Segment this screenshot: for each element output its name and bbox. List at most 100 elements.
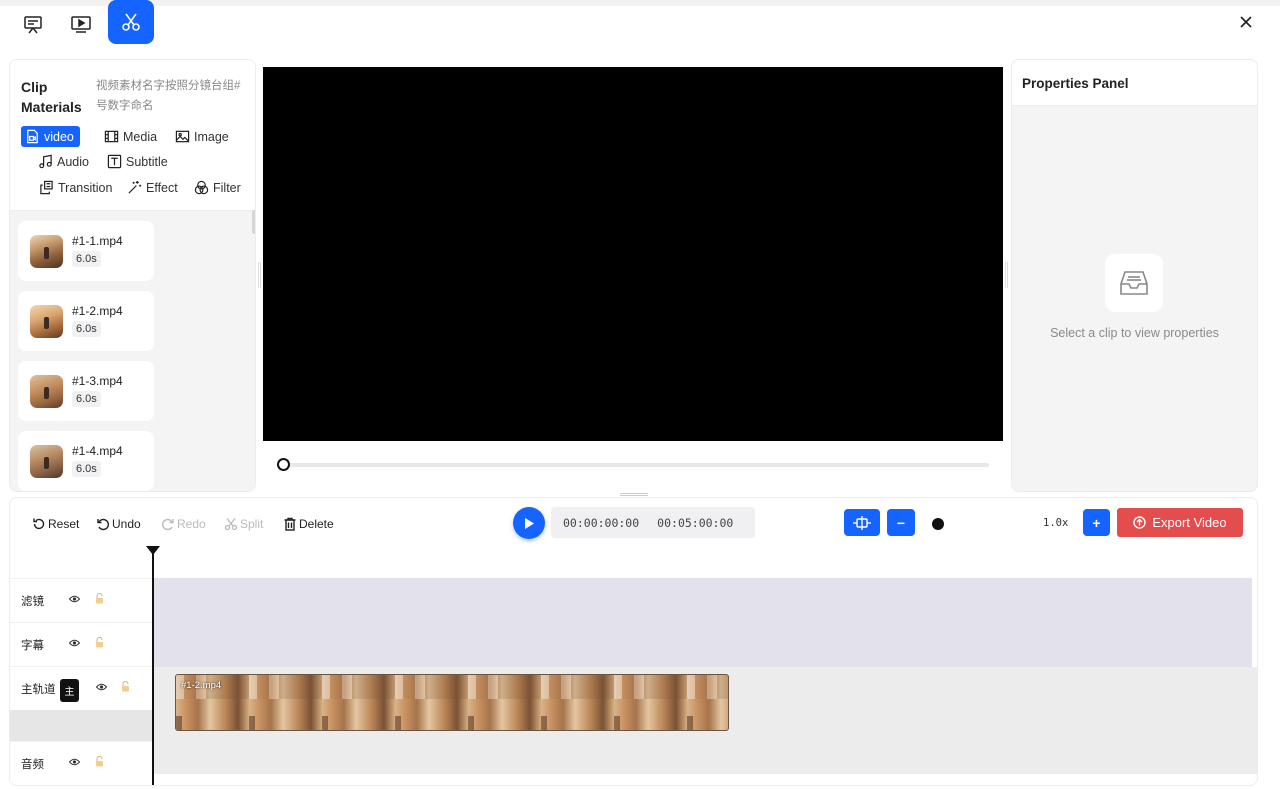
delete-label: Delete [299,517,334,531]
properties-panel: Properties Panel Select a clip to view p… [1011,59,1258,492]
split-button[interactable]: Split [224,515,263,533]
clip-thumbnail [30,445,63,478]
total-time: 00:05:00:00 [657,515,734,530]
tab-transition[interactable]: Transition [35,177,118,198]
tab-effect[interactable]: Effect [123,177,184,198]
tab-filter-label: Filter [213,180,241,195]
track-labels: 滤镜 字幕 主轨道 主 音频 [10,546,152,785]
left-resize-handle[interactable] [258,262,261,288]
empty-state-icon-box [1105,254,1163,312]
clip-duration: 6.0s [72,461,101,477]
trash-icon [284,517,296,531]
edit-mode-button[interactable] [108,0,154,44]
snap-toggle-button[interactable] [844,509,880,536]
tab-transition-label: Transition [58,180,113,195]
clip-materials-title: Clip Materials [21,79,82,115]
reset-icon [33,518,45,530]
magnet-snap-icon [853,515,871,530]
tab-audio[interactable]: Audio [34,151,95,172]
lock-icon[interactable] [94,637,105,648]
audio-lane[interactable] [152,741,1257,774]
top-toolbar [0,0,1280,46]
track-name: 字幕 [21,639,44,652]
tab-effect-label: Effect [146,180,178,195]
export-video-button[interactable]: Export Video [1117,508,1243,537]
playhead[interactable] [152,546,154,785]
tab-image-label: Image [194,129,229,144]
eye-icon[interactable] [69,595,80,603]
clip-duration: 6.0s [72,391,101,407]
track-label-filter: 滤镜 [10,578,152,622]
clip-list: #1-1.mp4 6.0s #1-2.mp4 6.0s #1-3.mp4 6.0… [10,212,255,491]
clip-materials-panel: Clip Materials 视频素材名字按照分镜台组#号数字命名 video … [9,59,256,492]
film-icon [104,130,119,143]
redo-label: Redo [177,517,206,531]
lock-icon[interactable] [94,756,105,767]
playhead-handle[interactable] [146,546,160,555]
zoom-level: 1.0x [1043,517,1069,529]
scissors-icon [224,518,238,531]
tab-media[interactable]: Media [100,126,163,147]
tab-filter[interactable]: Filter [190,177,247,198]
clip-card[interactable]: #1-1.mp4 6.0s [18,221,154,281]
clip-name: #1-3.mp4 [72,374,123,388]
zoom-out-button[interactable]: − [887,509,915,536]
eye-icon[interactable] [96,683,107,691]
text-box-icon [107,154,122,169]
close-button[interactable] [1234,10,1258,34]
image-icon [175,130,190,143]
timeline-clip[interactable]: #1-2.mp4 [175,674,729,731]
reset-label: Reset [48,517,80,531]
magic-wand-icon [128,180,142,194]
inbox-icon [1120,271,1148,295]
filter-subtitle-lane[interactable] [152,578,1252,667]
clip-materials-description: 视频素材名字按照分镜台组#号数字命名 [96,80,241,112]
clip-card[interactable]: #1-3.mp4 6.0s [18,361,154,421]
undo-icon [97,518,109,531]
track-area: 滤镜 字幕 主轨道 主 音频 #1-2.mp4 [10,546,1257,785]
music-note-icon [39,154,52,169]
tab-subtitle-label: Subtitle [126,154,168,169]
clip-name: #1-4.mp4 [72,444,123,458]
video-preview[interactable] [263,67,1003,441]
timeline-clip-label: #1-2.mp4 [181,680,222,691]
tab-subtitle[interactable]: Subtitle [103,151,174,172]
right-resize-handle[interactable] [1005,262,1008,288]
eye-icon[interactable] [69,639,80,647]
tab-image[interactable]: Image [171,126,235,147]
clip-name: #1-2.mp4 [72,304,123,318]
clip-name: #1-1.mp4 [72,234,123,248]
redo-icon [162,518,174,531]
clip-materials-header: Clip Materials 视频素材名字按照分镜台组#号数字命名 video … [10,60,255,211]
presentation-icon [24,16,42,34]
filter-circles-icon [194,180,209,195]
eye-icon[interactable] [69,758,80,766]
presentation-mode-button[interactable] [10,6,56,44]
preview-mode-button[interactable] [58,6,104,44]
tab-video[interactable]: video [21,126,80,147]
current-time: 00:00:00:00 [563,515,640,530]
seek-handle[interactable] [277,458,290,471]
vertical-resize-handle[interactable] [620,493,648,496]
export-icon [1133,516,1147,529]
seek-bar[interactable] [279,463,989,467]
clip-thumbnail [30,375,63,408]
clip-list-scrollbar[interactable] [252,210,255,234]
delete-button[interactable]: Delete [283,515,334,533]
main-track-badge: 主 [60,679,79,702]
zoom-slider-handle[interactable] [932,518,944,530]
lock-icon[interactable] [94,593,105,604]
redo-button[interactable]: Redo [161,515,206,533]
minus-icon: − [896,514,906,531]
play-button[interactable] [513,507,545,539]
track-label-subtitle: 字幕 [10,622,152,666]
lock-icon[interactable] [120,681,131,692]
undo-button[interactable]: Undo [96,515,141,533]
clip-card[interactable]: #1-4.mp4 6.0s [18,431,154,491]
export-label: Export Video [1152,515,1227,530]
clip-duration: 6.0s [72,321,101,337]
clip-card[interactable]: #1-2.mp4 6.0s [18,291,154,351]
reset-button[interactable]: Reset [32,515,79,533]
tab-video-label: video [44,129,74,144]
zoom-in-button[interactable]: + [1083,509,1110,536]
